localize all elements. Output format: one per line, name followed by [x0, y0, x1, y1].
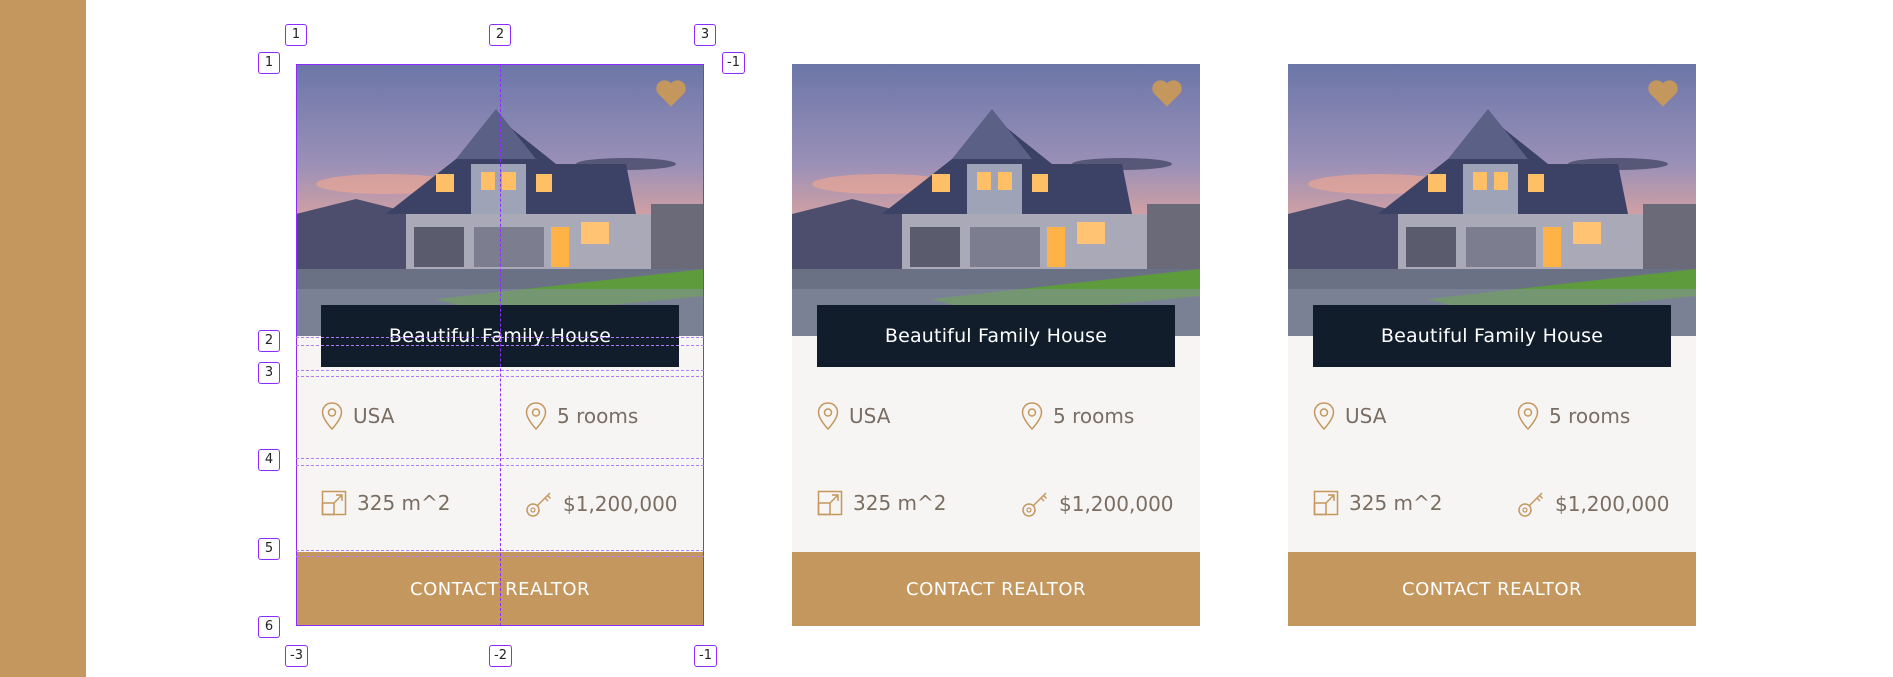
card-title: Beautiful Family House: [817, 305, 1175, 367]
key-icon: [526, 492, 552, 517]
heart-icon[interactable]: [654, 78, 688, 108]
guide-tag: -3: [285, 645, 308, 667]
guide-tag: -1: [694, 645, 717, 667]
card-title: Beautiful Family House: [1313, 305, 1671, 367]
property-card: Beautiful Family House USA 5 rooms 325 m…: [1288, 64, 1696, 626]
guide-tag: 1: [285, 24, 307, 46]
area-icon: [817, 490, 843, 516]
guide-tag: 6: [258, 616, 280, 638]
location-pin-icon: [1021, 402, 1043, 430]
rooms-label: 5 rooms: [557, 404, 639, 428]
property-card: Beautiful Family House USA 5 rooms 325 m…: [296, 64, 704, 626]
location-pin-icon: [525, 402, 547, 430]
feature-area: 325 m^2: [321, 490, 451, 516]
location-pin-icon: [321, 402, 343, 430]
guide-tag: 1: [258, 52, 280, 74]
contact-realtor-button[interactable]: CONTACT REALTOR: [296, 552, 704, 626]
price-label: $1,200,000: [1555, 492, 1670, 516]
feature-price: $1,200,000: [1517, 490, 1670, 518]
price-label: $1,200,000: [563, 492, 678, 516]
contact-realtor-button[interactable]: CONTACT REALTOR: [1288, 552, 1696, 626]
heart-icon[interactable]: [1150, 78, 1184, 108]
guide-tag: 2: [258, 330, 280, 352]
card-title: Beautiful Family House: [321, 305, 679, 367]
guide-tag: 2: [489, 24, 511, 46]
feature-price: $1,200,000: [525, 490, 678, 518]
heart-icon[interactable]: [1646, 78, 1680, 108]
location-pin-icon: [1313, 402, 1335, 430]
rooms-label: 5 rooms: [1053, 404, 1135, 428]
key-icon: [1022, 492, 1048, 517]
house-photo: [1288, 64, 1696, 336]
location-label: USA: [353, 404, 395, 428]
area-icon: [321, 490, 347, 516]
guide-tag: 3: [258, 362, 280, 384]
guide-tag: 5: [258, 538, 280, 560]
feature-rooms: 5 rooms: [1021, 402, 1134, 430]
feature-location: USA: [1313, 402, 1386, 430]
feature-rooms: 5 rooms: [1517, 402, 1630, 430]
feature-area: 325 m^2: [817, 490, 947, 516]
feature-location: USA: [817, 402, 890, 430]
key-icon: [1518, 492, 1544, 517]
location-label: USA: [1345, 404, 1387, 428]
guide-tag: 4: [258, 449, 280, 471]
feature-price: $1,200,000: [1021, 490, 1174, 518]
area-label: 325 m^2: [1349, 491, 1443, 515]
area-label: 325 m^2: [853, 491, 947, 515]
feature-area: 325 m^2: [1313, 490, 1443, 516]
rooms-label: 5 rooms: [1549, 404, 1631, 428]
house-photo: [792, 64, 1200, 336]
guide-tag: -1: [722, 52, 745, 74]
contact-realtor-button[interactable]: CONTACT REALTOR: [792, 552, 1200, 626]
feature-rooms: 5 rooms: [525, 402, 638, 430]
location-pin-icon: [817, 402, 839, 430]
left-sidebar: [0, 0, 86, 677]
price-label: $1,200,000: [1059, 492, 1174, 516]
property-card: Beautiful Family House USA 5 rooms 325 m…: [792, 64, 1200, 626]
area-icon: [1313, 490, 1339, 516]
location-pin-icon: [1517, 402, 1539, 430]
location-label: USA: [849, 404, 891, 428]
guide-tag: 3: [694, 24, 716, 46]
guide-tag: -2: [489, 645, 512, 667]
area-label: 325 m^2: [357, 491, 451, 515]
feature-location: USA: [321, 402, 394, 430]
house-photo: [296, 64, 704, 336]
